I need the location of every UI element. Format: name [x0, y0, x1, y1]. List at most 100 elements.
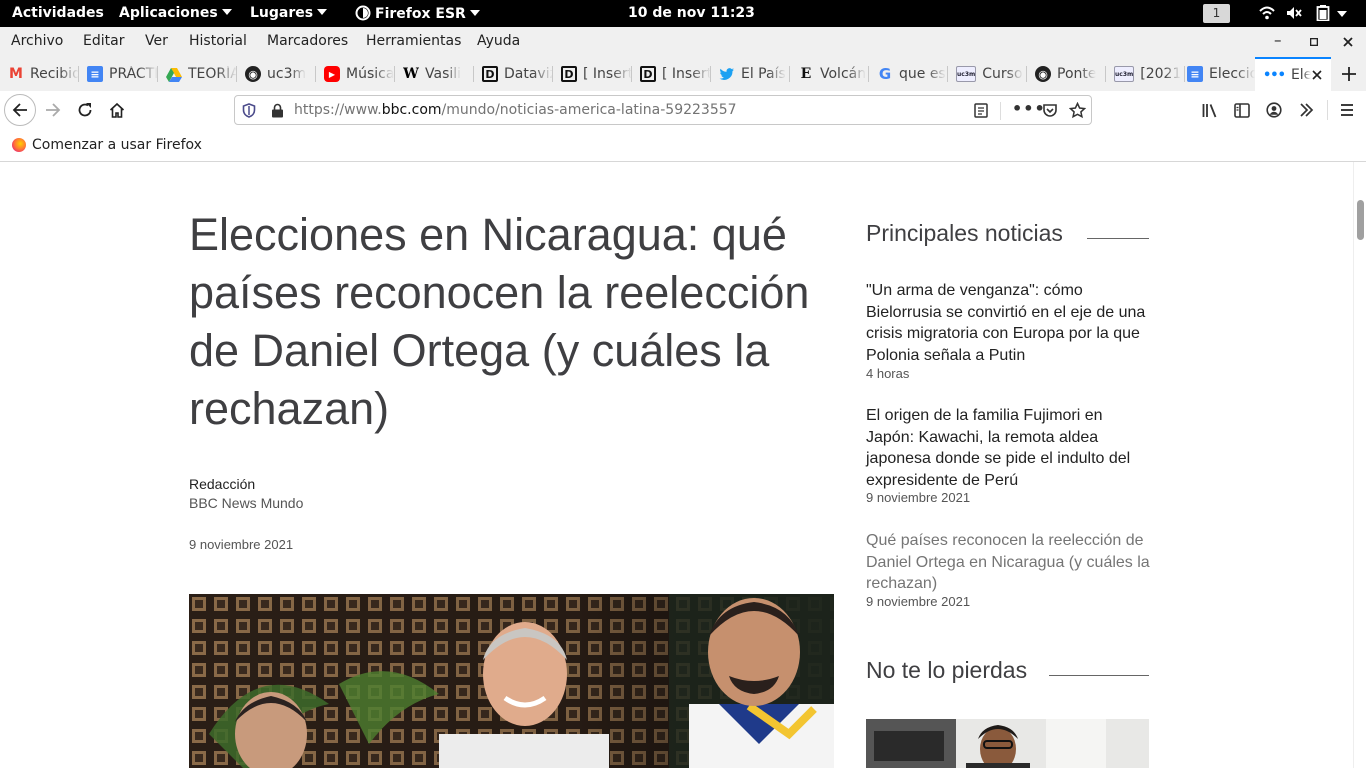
tab-strip: M Recibidos ≡ PRÁCTICA TEORÍA ◉ uc3m ▶ Músic… — [0, 57, 1366, 91]
tab-title: Curso — [982, 66, 1023, 82]
tab[interactable]: ◉ uc3m — [237, 57, 316, 91]
url-domain: bbc.com — [381, 102, 442, 118]
menu-marcadores[interactable]: Marcadores — [267, 33, 348, 49]
places-menu[interactable]: Lugares — [250, 5, 328, 21]
google-drive-icon — [166, 68, 182, 82]
web-page-content: Elecciones en Nicaragua: qué países reco… — [0, 162, 1353, 768]
page-actions-icon[interactable]: ••• — [1012, 99, 1046, 118]
google-icon: G — [878, 65, 892, 83]
tab[interactable]: uc3m Curso — [948, 57, 1027, 91]
tab-title: [ Insert — [662, 66, 711, 82]
menu-editar[interactable]: Editar — [83, 33, 124, 49]
reload-button[interactable] — [70, 95, 100, 125]
article-hero-photo[interactable] — [189, 594, 834, 768]
bookmark-star-icon[interactable] — [1069, 102, 1086, 119]
hamburger-menu-icon[interactable] — [1340, 103, 1354, 117]
url-text[interactable]: https://www.bbc.com/mundo/noticias-ameri… — [294, 102, 737, 118]
library-icon[interactable] — [1202, 103, 1219, 118]
e-letter-icon: E — [800, 66, 812, 82]
menu-ayuda[interactable]: Ayuda — [477, 33, 520, 49]
story-time: 4 horas — [866, 366, 910, 381]
top-story-link[interactable]: El origen de la familia Fujimori en Japó… — [866, 405, 1151, 491]
page-scrollbar[interactable] — [1353, 162, 1366, 768]
forward-button[interactable] — [38, 95, 68, 125]
tracking-shield-icon[interactable] — [242, 103, 256, 118]
tab-close-icon[interactable] — [1311, 69, 1323, 81]
reload-icon — [78, 103, 92, 117]
tab[interactable]: ≡ PRÁCTICA — [79, 57, 158, 91]
navigation-toolbar: https://www.bbc.com/mundo/noticias-ameri… — [0, 91, 1366, 129]
tab[interactable]: E Volcán — [790, 57, 869, 91]
tab[interactable]: D [ Insert — [632, 57, 711, 91]
menu-archivo[interactable]: Archivo — [11, 33, 63, 49]
tab[interactable]: uc3m [2021 — [1106, 57, 1185, 91]
tab-title: Recibidos — [30, 66, 79, 82]
new-tab-icon[interactable] — [1341, 66, 1357, 82]
tab[interactable]: M Recibidos — [0, 57, 79, 91]
tab-title: Ponte — [1057, 66, 1097, 82]
story-time: 9 noviembre 2021 — [866, 594, 971, 609]
places-label: Lugares — [250, 5, 314, 21]
gmail-icon: M — [9, 66, 23, 82]
minimize-icon[interactable]: – — [1274, 31, 1282, 49]
menu-bar: Archivo Editar Ver Historial Marcadores … — [0, 27, 1366, 57]
tab[interactable]: ◉ Ponte — [1027, 57, 1106, 91]
tab[interactable]: ▶ Música — [316, 57, 395, 91]
dont-miss-heading: No te lo pierdas — [866, 657, 1028, 683]
chevron-down-icon — [317, 9, 328, 15]
hero-photo-illustration — [189, 594, 834, 768]
menu-historial[interactable]: Historial — [189, 33, 247, 49]
pocket-icon[interactable] — [1042, 103, 1058, 118]
d-letter-icon: D — [561, 66, 577, 82]
workspace-indicator[interactable]: 1 — [1203, 4, 1230, 23]
clock[interactable]: 10 de nov 11:23 — [628, 5, 755, 21]
google-docs-icon: ≡ — [87, 66, 103, 82]
d-letter-icon: D — [640, 66, 656, 82]
url-bar[interactable]: https://www.bbc.com/mundo/noticias-ameri… — [234, 95, 1092, 125]
top-story-link[interactable]: Qué países reconocen la reelección de Da… — [866, 530, 1151, 595]
tab[interactable]: D Dataviz — [474, 57, 553, 91]
tab[interactable]: D [ Insert — [553, 57, 632, 91]
d-letter-icon: D — [482, 66, 498, 82]
tab-active[interactable]: •••Elecciones — [1255, 57, 1331, 91]
overflow-chevron-icon[interactable] — [1299, 103, 1314, 117]
account-icon[interactable] — [1266, 102, 1282, 118]
uc3m-icon: uc3m — [956, 66, 977, 82]
loading-dots-icon: ••• — [1263, 67, 1286, 83]
url-prefix: https://www. — [294, 102, 382, 118]
menu-ver[interactable]: Ver — [145, 33, 168, 49]
applications-menu[interactable]: Aplicaciones — [119, 5, 232, 21]
sidebar-icon[interactable] — [1234, 103, 1250, 118]
lock-icon[interactable] — [271, 103, 284, 118]
byline-organization: BBC News Mundo — [189, 495, 304, 511]
top-story-link[interactable]: "Un arma de venganza": cómo Bielorrusia … — [866, 280, 1151, 366]
tab[interactable]: ≡ Elecciones — [1179, 57, 1255, 91]
back-button[interactable] — [4, 94, 36, 126]
maximize-icon[interactable] — [1310, 38, 1318, 46]
tab[interactable]: Gque es — [869, 57, 948, 91]
tab[interactable]: W Vasili — [395, 57, 474, 91]
article-date: 9 noviembre 2021 — [189, 537, 294, 552]
tab[interactable]: TEORÍA — [158, 57, 237, 91]
dont-miss-rule — [1049, 675, 1149, 676]
system-top-bar: Actividades Aplicaciones Lugares Firefox… — [0, 0, 1366, 27]
reader-view-icon[interactable] — [974, 103, 988, 118]
scrollbar-thumb[interactable] — [1357, 200, 1364, 240]
menu-herramientas[interactable]: Herramientas — [366, 33, 461, 49]
activities-button[interactable]: Actividades — [12, 5, 104, 21]
dont-miss-thumbnail[interactable] — [866, 719, 1149, 768]
volume-muted-icon[interactable] — [1286, 5, 1302, 21]
tab-title: Volcán — [820, 66, 867, 82]
app-menu[interactable]: Firefox ESR — [355, 5, 480, 22]
system-menu-chevron-icon[interactable] — [1337, 11, 1347, 17]
tab-title: Vasili — [425, 66, 462, 82]
wifi-icon[interactable] — [1259, 5, 1275, 21]
tab-title: [2021 — [1140, 66, 1182, 82]
bookmark-getting-started[interactable]: Comenzar a usar Firefox — [12, 137, 202, 153]
tab[interactable]: El País — [711, 57, 790, 91]
tab-title: Dataviz — [504, 66, 553, 82]
battery-icon[interactable] — [1316, 5, 1330, 21]
top-stories-rule — [1087, 238, 1149, 239]
home-button[interactable] — [102, 95, 132, 125]
close-icon[interactable] — [1343, 37, 1353, 47]
